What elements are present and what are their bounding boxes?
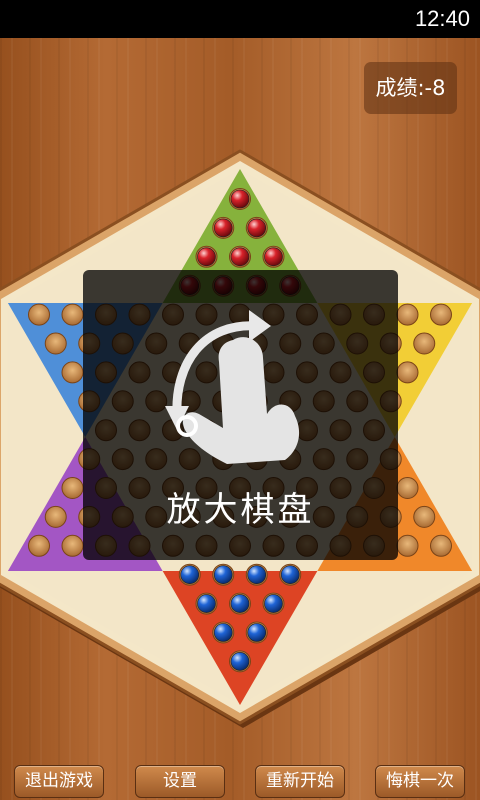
board-hole [28, 534, 50, 557]
red-marble [230, 247, 250, 267]
blue-marble [213, 565, 233, 585]
restart-button[interactable]: 重新开始 [255, 765, 345, 798]
red-marble [264, 247, 283, 267]
board-hole [61, 361, 84, 384]
board-hole [396, 303, 419, 326]
score-display: 成绩:-8 [364, 62, 457, 114]
blue-marble [247, 623, 267, 642]
red-marble [197, 247, 216, 267]
board-hole [44, 332, 67, 355]
board-hole [396, 361, 419, 384]
board-hole [396, 534, 419, 557]
blue-marble [230, 594, 250, 613]
board-hole [61, 534, 84, 557]
board-hole [44, 505, 67, 528]
board-hole [61, 303, 84, 326]
board-hole [396, 477, 419, 499]
blue-marble [213, 623, 233, 642]
board-hole [413, 505, 436, 528]
board-hole [61, 477, 84, 499]
blue-marble [247, 565, 267, 585]
red-marble [247, 218, 267, 238]
blue-marble [180, 565, 200, 585]
zoom-board-hint-text: 放大棋盘 [166, 490, 315, 530]
blue-marble [264, 594, 283, 613]
quit-game-button[interactable]: 退出游戏 [14, 765, 104, 798]
red-marble [213, 218, 233, 238]
blue-marble [230, 652, 250, 671]
board-hole [430, 303, 452, 326]
blue-marble [280, 565, 300, 585]
board-hole [28, 303, 50, 326]
settings-button[interactable]: 设置 [135, 765, 225, 798]
red-marble [230, 189, 250, 209]
board-hole [413, 332, 436, 355]
blue-marble [197, 594, 216, 613]
pinch-zoom-gesture-icon [165, 310, 300, 464]
zoom-hint-overlay: 放大棋盘 [83, 270, 398, 560]
board-hole [430, 534, 452, 557]
undo-move-button[interactable]: 悔棋一次 [375, 765, 465, 798]
